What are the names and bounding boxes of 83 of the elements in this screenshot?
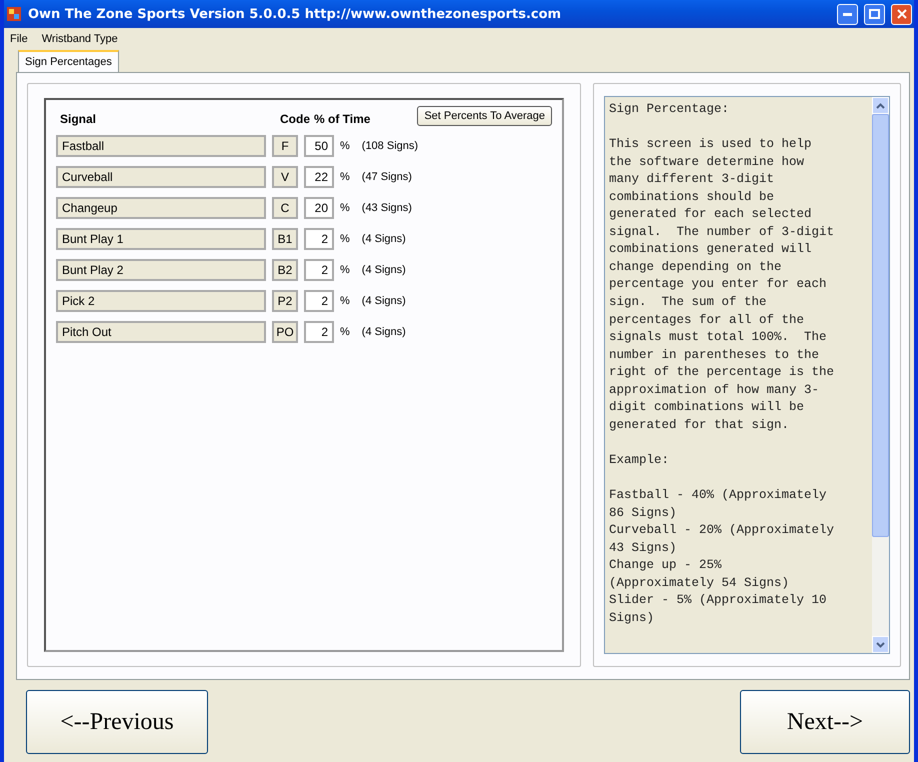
code-field[interactable]: B2 — [272, 258, 298, 280]
percent-field[interactable]: 2 — [304, 290, 334, 312]
scroll-down-icon[interactable] — [876, 642, 885, 648]
code-field[interactable]: B1 — [272, 228, 298, 250]
sign-count: (4 Signs) — [362, 294, 406, 306]
help-text-line: 86 Signs) — [609, 504, 678, 522]
sign-count: (4 Signs) — [362, 264, 406, 276]
help-text-line: the software determine how — [609, 154, 806, 171]
previous-button[interactable]: <--Previous — [26, 690, 208, 754]
sign-count: (4 Signs) — [362, 326, 406, 338]
percent-sign: % — [340, 140, 350, 152]
percent-field[interactable]: 2 — [304, 320, 334, 342]
signal-name-field[interactable]: Bunt Play 1 — [56, 228, 266, 250]
code-field[interactable]: PO — [272, 320, 298, 342]
percent-sign: % — [340, 264, 350, 276]
percent-sign: % — [340, 170, 350, 182]
percent-sign: % — [340, 326, 350, 338]
help-text-line: Slider - 5% (Approximately 10 — [609, 592, 828, 610]
percent-field[interactable]: 50 — [304, 134, 334, 156]
scroll-up-icon[interactable] — [876, 102, 885, 108]
help-text-line: many different 3-digit — [609, 171, 776, 188]
help-text-line: generated for each selected — [609, 206, 813, 224]
code-field[interactable]: V — [272, 166, 298, 188]
window-title: Own The Zone Sports Version 5.0.0.5 http://www.ownthezonesports.com — [28, 6, 562, 22]
help-text-line: Sign Percentage: — [609, 101, 730, 118]
help-text-line: This screen is used to help — [609, 136, 813, 154]
help-text-line: percentages for all of the — [609, 312, 806, 329]
set-average-button[interactable]: Set Percents To Average — [417, 106, 552, 126]
signal-name-field[interactable]: Curveball — [56, 166, 266, 188]
sign-count: (43 Signs) — [362, 202, 412, 214]
next-button[interactable]: Next--> — [740, 690, 910, 754]
column-header: Signal — [59, 112, 98, 126]
column-header: % of Time — [314, 112, 372, 126]
help-text-line: percentage you enter for each — [609, 276, 828, 294]
minimize-button[interactable] — [837, 4, 858, 24]
help-text-line: combinations should be — [609, 188, 776, 206]
help-text-line: digit combinations will be — [609, 399, 806, 416]
sign-count: (47 Signs) — [362, 170, 412, 182]
help-text-line: number in parentheses to the — [609, 346, 820, 364]
minimize-icon — [843, 12, 852, 16]
code-field[interactable]: P2 — [272, 290, 298, 312]
help-text-line: Fastball - 40% (Approximately — [609, 487, 828, 504]
help-text-line: Curveball - 20% (Approximately — [609, 522, 836, 540]
help-text-line: Signs) — [609, 610, 656, 627]
percent-field[interactable]: 2 — [304, 228, 334, 250]
percent-field[interactable]: 22 — [304, 166, 334, 188]
scrollbar[interactable] — [872, 97, 889, 653]
percent-field[interactable]: 2 — [304, 258, 334, 280]
maximize-button[interactable] — [864, 4, 885, 24]
sign-count: (4 Signs) — [362, 232, 406, 244]
close-icon — [896, 9, 906, 19]
percent-sign: % — [340, 232, 350, 244]
signal-name-field[interactable]: Fastball — [56, 134, 266, 156]
percent-sign: % — [340, 202, 350, 214]
signal-name-field[interactable]: Pick 2 — [56, 290, 266, 312]
help-text-line: 43 Signs) — [609, 540, 678, 557]
maximize-icon — [869, 9, 880, 19]
help-text-line: right of the percentage is the — [609, 364, 836, 382]
help-text-line: Change up - 25% — [609, 557, 723, 574]
signal-name-field[interactable]: Bunt Play 2 — [56, 258, 266, 280]
signal-name-field[interactable]: Changeup — [56, 196, 266, 218]
sign-count: (108 Signs) — [362, 140, 418, 152]
code-field[interactable]: F — [272, 134, 298, 156]
percent-field[interactable]: 20 — [304, 196, 334, 218]
help-text-line: (Approximately 54 Signs) — [609, 574, 790, 592]
menu-item[interactable]: File — [10, 33, 28, 45]
app-icon — [6, 6, 22, 22]
help-text-line: signal. The number of 3-digit — [609, 224, 836, 241]
help-text-line: combinations generated will — [609, 241, 813, 258]
help-text-line: Example: — [609, 452, 670, 469]
help-text-line: change depending on the — [609, 258, 783, 276]
help-text-line: generated for that sign. — [609, 416, 790, 434]
close-button[interactable] — [891, 4, 912, 24]
percent-sign: % — [340, 294, 350, 306]
help-text-line: signals must total 100%. The — [609, 329, 828, 346]
tab[interactable]: Sign Percentages — [18, 50, 119, 72]
menu-item[interactable]: Wristband Type — [42, 33, 118, 45]
code-field[interactable]: C — [272, 196, 298, 218]
help-text-line: approximation of how many 3- — [609, 382, 820, 399]
help-text-line: sign. The sum of the — [609, 294, 768, 312]
scroll-thumb[interactable] — [872, 114, 889, 537]
signal-name-field[interactable]: Pitch Out — [56, 320, 266, 342]
column-header: Code — [280, 112, 311, 126]
